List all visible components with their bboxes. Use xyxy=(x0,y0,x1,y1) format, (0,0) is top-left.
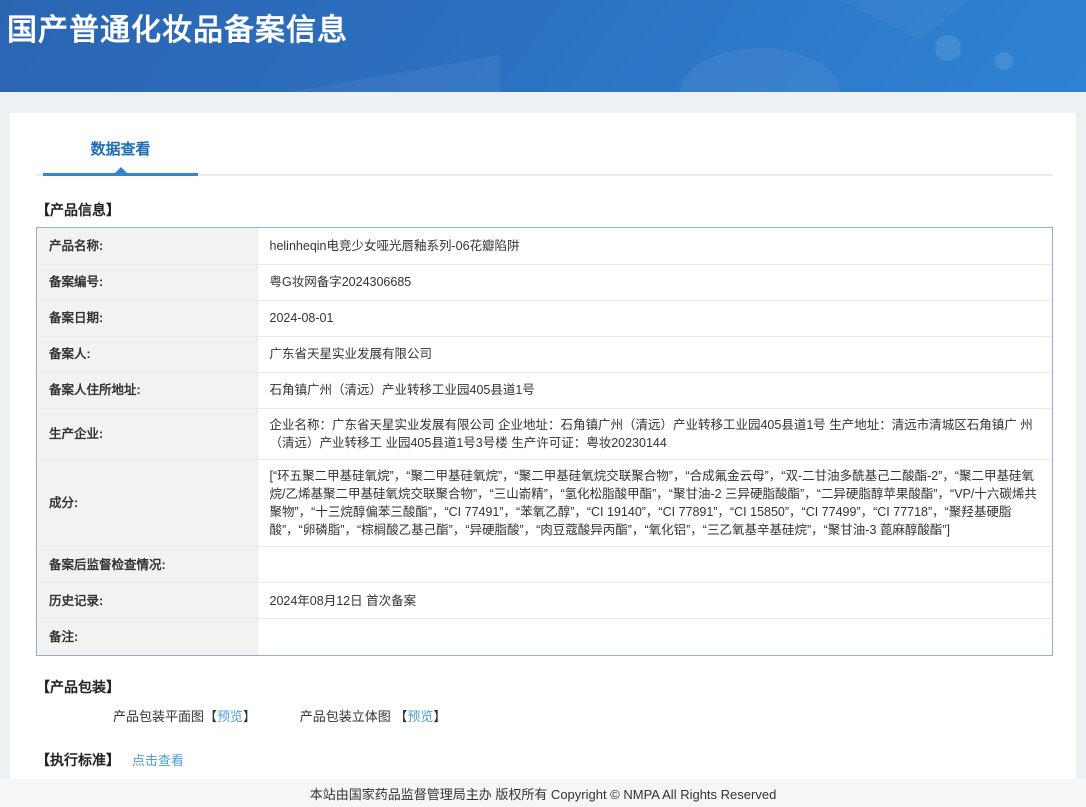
table-row: 备案人住所地址: 石角镇广州（清远）产业转移工业园405县道1号 xyxy=(37,371,1052,408)
bracket-close: 】 xyxy=(433,708,447,724)
table-row: 备案后监督检查情况: xyxy=(37,546,1052,583)
row-label-registration-number: 备案编号: xyxy=(37,263,258,300)
table-row: 生产企业: 企业名称：广东省天星实业发展有限公司 企业地址：石角镇广州（清远）产… xyxy=(37,407,1052,460)
packaging-flat-preview-link[interactable]: 预览 xyxy=(217,709,243,724)
table-row: 备案人: 广东省天星实业发展有限公司 xyxy=(37,335,1052,372)
table-row: 产品名称: helinheqin电竞少女哑光唇釉系列-06花瓣陷阱 xyxy=(37,228,1052,264)
row-label-history: 历史记录: xyxy=(37,582,258,619)
row-value-registration-number: 粤G妆网备字2024306685 xyxy=(257,263,1052,300)
tab-data-view[interactable]: 数据查看 xyxy=(43,142,198,176)
table-row: 备注: xyxy=(37,618,1052,655)
row-value-manufacturer: 企业名称：广东省天星实业发展有限公司 企业地址：石角镇广州（清远）产业转移工业园… xyxy=(257,407,1052,460)
row-value-ingredients: [“环五聚二甲基硅氧烷”，“聚二甲基硅氧烷”，“聚二甲基硅氧烷交联聚合物”，“合… xyxy=(257,458,1052,547)
row-value-registrant: 广东省天星实业发展有限公司 xyxy=(257,335,1052,372)
table-row: 历史记录: 2024年08月12日 首次备案 xyxy=(37,582,1052,619)
packaging-item-3d: 产品包装立体图 【预览】 xyxy=(300,706,447,725)
packaging-3d-preview-link[interactable]: 预览 xyxy=(407,709,433,724)
bracket-open: 【 xyxy=(204,708,218,724)
packaging-flat-label: 产品包装平面图 xyxy=(113,708,205,724)
packaging-3d-label: 产品包装立体图 xyxy=(299,708,395,724)
row-value-history: 2024年08月12日 首次备案 xyxy=(257,582,1052,619)
row-value-remarks xyxy=(257,618,1052,655)
header-decoration-circle xyxy=(995,52,1013,70)
standard-row: 【执行标准】 点击查看 xyxy=(36,750,1053,770)
row-label-remarks: 备注: xyxy=(37,618,258,655)
bracket-close: 】 xyxy=(243,708,257,724)
tab-active-arrow-icon xyxy=(114,167,127,173)
header-decoration-ellipse xyxy=(680,48,840,92)
row-label-registrant: 备案人: xyxy=(37,335,258,372)
row-label-post-supervision: 备案后监督检查情况: xyxy=(37,546,258,583)
table-row: 成分: [“环五聚二甲基硅氧烷”，“聚二甲基硅氧烷”，“聚二甲基硅氧烷交联聚合物… xyxy=(37,458,1052,547)
table-row: 备案日期: 2024-08-01 xyxy=(37,299,1052,336)
tab-bar: 数据查看 xyxy=(36,142,1053,176)
page-footer: 本站由国家药品监督管理局主办 版权所有 Copyright © NMPA All… xyxy=(0,779,1086,807)
standard-view-link[interactable]: 点击查看 xyxy=(132,753,184,768)
page-title: 国产普通化妆品备案信息 xyxy=(7,14,348,47)
row-label-ingredients: 成分: xyxy=(37,458,258,547)
header-decoration-polygon xyxy=(260,55,500,92)
section-title-packaging: 【产品包装】 xyxy=(36,678,120,695)
row-value-product-name: helinheqin电竞少女哑光唇釉系列-06花瓣陷阱 xyxy=(269,238,520,253)
packaging-row: 产品包装平面图【预览】 产品包装立体图 【预览】 xyxy=(113,706,1053,725)
row-value-registrant-address: 石角镇广州（清远）产业转移工业园405县道1号 xyxy=(257,371,1052,408)
row-label-registration-date: 备案日期: xyxy=(37,299,258,336)
row-label-product-name: 产品名称: xyxy=(37,228,258,264)
bracket-open: 【 xyxy=(394,708,408,724)
product-info-table: 产品名称: helinheqin电竞少女哑光唇釉系列-06花瓣陷阱 备案编号: … xyxy=(37,228,1052,655)
section-title-product-info: 【产品信息】 xyxy=(36,202,120,218)
row-value-post-supervision xyxy=(257,546,1052,583)
product-info-table-wrapper: 产品名称: helinheqin电竞少女哑光唇釉系列-06花瓣陷阱 备案编号: … xyxy=(36,227,1053,656)
row-label-manufacturer: 生产企业: xyxy=(37,407,258,460)
content-card: 数据查看 【产品信息】 产品名称: helinheqin电竞少女哑光唇釉系列-0… xyxy=(10,113,1076,779)
footer-copyright-text: 本站由国家药品监督管理局主办 版权所有 Copyright © NMPA All… xyxy=(309,786,777,802)
packaging-item-flat: 产品包装平面图【预览】 xyxy=(113,706,256,725)
page-header: 国产普通化妆品备案信息 xyxy=(0,0,1086,92)
section-title-standard: 【执行标准】 xyxy=(36,751,120,768)
row-label-registrant-address: 备案人住所地址: xyxy=(37,371,258,408)
table-row: 备案编号: 粤G妆网备字2024306685 xyxy=(37,263,1052,300)
tab-data-view-label: 数据查看 xyxy=(90,141,151,158)
row-value-registration-date: 2024-08-01 xyxy=(257,299,1052,336)
